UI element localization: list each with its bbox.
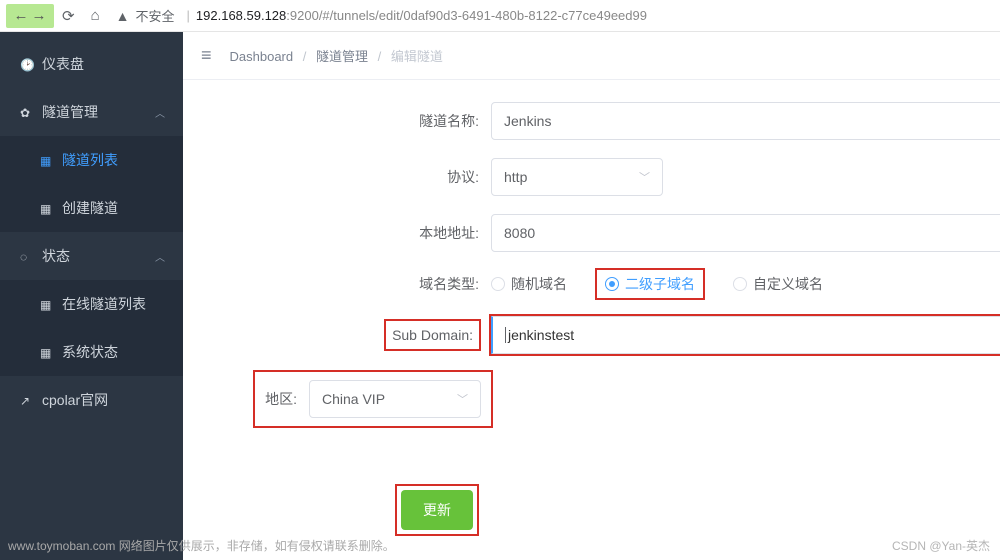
sidebar-subitem-tunnels-create[interactable]: 创建隧道 [0,184,183,232]
status-icon [20,248,42,264]
sidebar-item-label: 状态 [42,246,70,266]
domain-type-radio-group: 随机域名 二级子域名 自定义域名 [491,270,823,298]
gauge-icon [20,56,42,72]
label-local-addr: 本地地址: [183,223,491,243]
input-value: jenkinstest [505,327,574,343]
radio-label: 随机域名 [511,274,567,294]
chevron-up-icon: ︿ [155,105,165,120]
footer-credit: CSDN @Yan-英杰 [892,537,990,554]
chevron-down-icon: ﹀ [457,391,468,407]
menu-toggle-icon[interactable]: ≡ [201,45,212,66]
breadcrumb-section[interactable]: 隧道管理 [316,49,368,64]
forward-icon[interactable]: → [30,7,48,24]
sidebar-item-label: cpolar官网 [42,390,108,410]
region-select[interactable]: China VIP ﹀ [309,380,481,418]
back-icon[interactable]: ← [12,7,30,24]
radio-label: 自定义域名 [753,274,823,294]
submit-button[interactable]: 更新 [401,490,473,530]
sidebar-item-label: 隧道管理 [42,102,98,122]
sub-domain-input[interactable]: jenkinstest [491,316,1000,354]
select-value: http [504,169,527,185]
reload-icon[interactable]: ⟳ [62,7,75,25]
gear-icon [20,104,42,120]
highlight-box: Sub Domain: [386,321,479,349]
label-region: 地区: [265,389,297,409]
radio-icon [491,277,505,291]
input-value: 8080 [504,225,535,241]
sidebar: 仪表盘 隧道管理 ︿ 隧道列表 创建隧道 状态 ︿ 在线隧道列表 系统状态 [0,32,183,560]
main-panel: ≡ Dashboard / 隧道管理 / 编辑隧道 隧道名称: Jenkins … [183,32,1000,560]
label-domain-type: 域名类型: [183,274,491,294]
grid-icon [40,296,62,312]
input-value: Jenkins [504,113,551,129]
sidebar-subitem-tunnels-list[interactable]: 隧道列表 [0,136,183,184]
footer-watermark: www.toymoban.com 网络图片仅供展示，非存储，如有侵权请联系删除。 [8,537,395,554]
breadcrumb-root[interactable]: Dashboard [230,49,294,64]
radio-icon [605,277,619,291]
chevron-down-icon: ﹀ [639,169,650,185]
grid-icon [40,152,62,168]
browser-address-bar: ← → ⟳ ⌂ ▲ 不安全 | 192.168.59.128 :9200/#/t… [0,0,1000,32]
grid-icon [40,200,62,216]
highlight-box: 更新 [397,486,477,534]
highlight-box: 地区: China VIP ﹀ [255,372,491,426]
external-link-icon [20,393,42,408]
radio-label: 二级子域名 [625,274,695,294]
domain-type-custom[interactable]: 自定义域名 [733,274,823,294]
highlight-box: 二级子域名 [597,270,703,298]
protocol-select[interactable]: http ﹀ [491,158,663,196]
chevron-up-icon: ︿ [155,249,165,264]
topbar: ≡ Dashboard / 隧道管理 / 编辑隧道 [183,32,1000,80]
sidebar-item-status[interactable]: 状态 ︿ [0,232,183,280]
home-icon[interactable]: ⌂ [91,7,100,24]
sidebar-item-label: 系统状态 [62,342,118,362]
breadcrumb: Dashboard / 隧道管理 / 编辑隧道 [230,46,443,65]
label-sub-domain: Sub Domain: [392,327,473,343]
domain-type-random[interactable]: 随机域名 [491,274,567,294]
local-addr-input[interactable]: 8080 [491,214,1000,252]
radio-icon [733,277,747,291]
label-protocol: 协议: [183,167,491,187]
button-label: 更新 [423,500,451,520]
sidebar-subitem-status-system[interactable]: 系统状态 [0,328,183,376]
breadcrumb-current: 编辑隧道 [391,49,443,64]
label-tunnel-name: 隧道名称: [183,111,491,131]
select-value: China VIP [322,391,385,407]
sidebar-item-tunnels[interactable]: 隧道管理 ︿ [0,88,183,136]
insecure-icon: ▲ [116,8,130,24]
sidebar-item-label: 隧道列表 [62,150,118,170]
insecure-label: 不安全 [136,6,175,25]
tunnel-name-input[interactable]: Jenkins [491,102,1000,140]
grid-icon [40,344,62,360]
sidebar-item-label: 在线隧道列表 [62,294,146,314]
tunnel-form: 隧道名称: Jenkins 协议: http ﹀ 本地地址: 8080 域 [183,80,1000,534]
url-path: :9200/#/tunnels/edit/0daf90d3-6491-480b-… [286,8,647,23]
nav-arrows-group: ← → [6,4,54,28]
sidebar-subitem-status-online[interactable]: 在线隧道列表 [0,280,183,328]
url-separator: | [187,8,190,23]
sidebar-item-label: 仪表盘 [42,54,84,74]
sidebar-item-label: 创建隧道 [62,198,118,218]
url-host[interactable]: 192.168.59.128 [196,8,286,23]
sidebar-item-cpolar-site[interactable]: cpolar官网 [0,376,183,424]
sidebar-item-dashboard[interactable]: 仪表盘 [0,40,183,88]
domain-type-subdomain[interactable]: 二级子域名 [605,274,695,294]
